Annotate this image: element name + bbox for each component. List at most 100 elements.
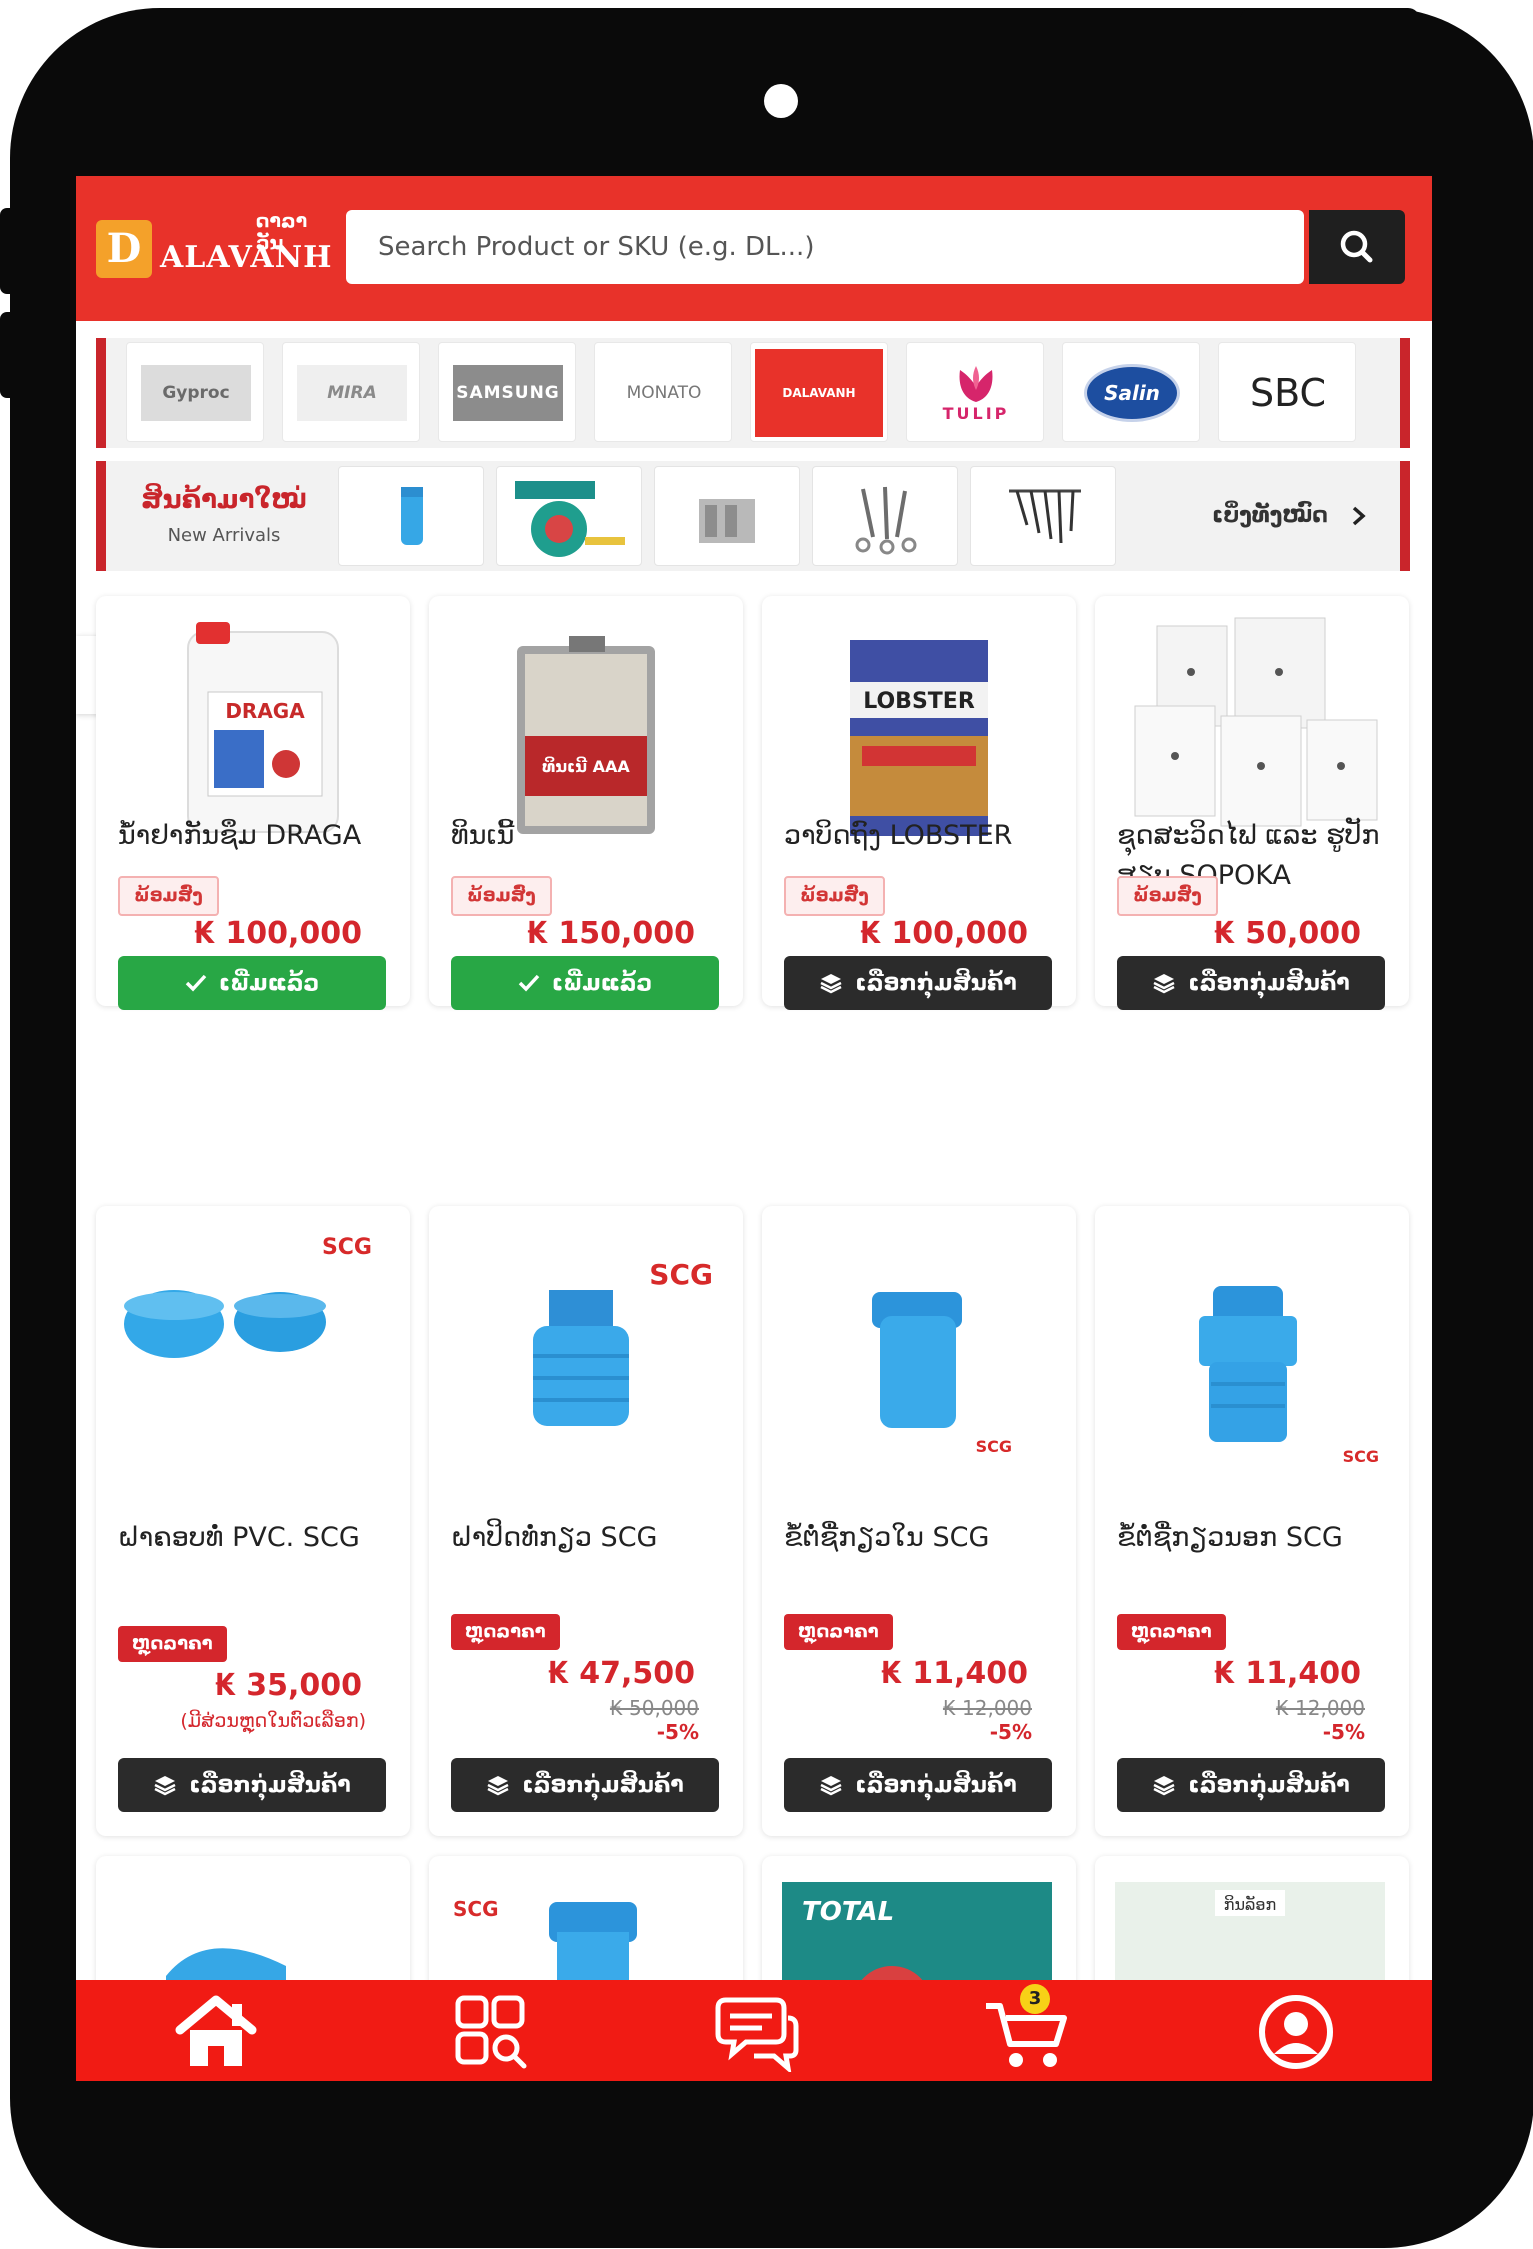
svg-text:ທິນເນີ AAA: ທິນເນີ AAA	[542, 756, 630, 776]
brand-sbc[interactable]: SBC	[1218, 342, 1356, 442]
select-option-button[interactable]: ເລືອກກຸ່ມສິນຄ້າ	[118, 1758, 386, 1812]
check-icon	[518, 974, 540, 992]
sale-badge: ຫຼຸດລາຄາ	[451, 1614, 560, 1650]
logo-letter: D	[96, 220, 152, 278]
header: D ALAVANH ດາລາວັນ	[76, 176, 1432, 321]
brand-tulip[interactable]: TULIP	[906, 342, 1044, 442]
product-card[interactable]: ຊຸດສະວິດໄຟ ແລະ ຮູປັກ ສຽບ SOPOKA ພ້ອມສົ່ງ…	[1095, 596, 1409, 1010]
tulip-icon	[959, 365, 993, 402]
svg-text:SCG: SCG	[649, 1258, 713, 1291]
product-image: SCG	[124, 1235, 372, 1358]
arrival-thumb-pipe[interactable]	[338, 466, 484, 566]
product-card[interactable]: SCG ຝາປິດທໍ່ກຽວ SCG ຫຼຸດລາຄາ ₭ 47,500 ₭ …	[429, 1206, 743, 1836]
svg-text:ກິນລັອກ: ກິນລັອກ	[1224, 1895, 1277, 1914]
brand-label: TULIP	[942, 403, 1010, 423]
layers-icon	[1153, 1776, 1175, 1796]
product-name: ຂໍ້ຕໍ່ຊື່ກຽວໃນ SCG	[784, 1522, 990, 1553]
product-card[interactable]: LOBSTER ວາບິດຖົງ LOBSTER ພ້ອມສົ່ງ ₭ 100,…	[762, 596, 1076, 1010]
product-name: ຂໍ້ຕໍ່ຊື່ກຽວນອກ SCG	[1117, 1522, 1343, 1553]
new-arrivals-subtitle: New Arrivals	[167, 525, 281, 546]
new-arrivals-label: ສິນຄ້າມາໃໝ່ New Arrivals	[116, 461, 332, 571]
check-icon	[185, 974, 207, 992]
svg-text:LOBSTER: LOBSTER	[863, 689, 975, 714]
button-label: ເພີ່ມແລ້ວ	[551, 970, 653, 996]
layers-icon	[1153, 974, 1175, 994]
select-option-button[interactable]: ເລືອກກຸ່ມສິນຄ້າ	[784, 1758, 1052, 1812]
arrival-thumb-hinge[interactable]	[654, 466, 800, 566]
brand-label: SAMSUNG	[456, 383, 560, 403]
added-button[interactable]: ເພີ່ມແລ້ວ	[118, 956, 386, 1010]
view-all-link[interactable]: ເບິ່ງທັງໝົດ	[1212, 503, 1368, 528]
product-price: ₭ 50,000	[1213, 916, 1361, 951]
product-price: ₭ 11,400	[1213, 1656, 1361, 1691]
button-label: ເລືອກກຸ່ມສິນຄ້າ	[855, 1772, 1017, 1798]
svg-text:TOTAL: TOTAL	[802, 1897, 894, 1927]
product-name: ຝາປິດທໍ່ກຽວ SCG	[451, 1522, 658, 1553]
brand-samsung[interactable]: SAMSUNG	[438, 342, 576, 442]
product-image: SCG	[533, 1258, 713, 1426]
arrival-thumb-nails[interactable]	[970, 466, 1116, 566]
tablet-top-button	[1240, 8, 1420, 32]
select-option-button[interactable]: ເລືອກກຸ່ມສິນຄ້າ	[1117, 956, 1385, 1010]
search-icon	[1340, 230, 1373, 263]
product-card[interactable]: SCG ຂໍ້ຕໍ່ຊື່ກຽວໃນ SCG ຫຼຸດລາຄາ ₭ 11,400…	[762, 1206, 1076, 1836]
original-price: ₭ 12,000	[1275, 1696, 1365, 1720]
stock-badge: ພ້ອມສົ່ງ	[784, 876, 885, 916]
categories-search-icon	[455, 1995, 527, 2069]
brand-mira[interactable]: MIRA	[282, 342, 420, 442]
stock-badge: ພ້ອມສົ່ງ	[118, 876, 219, 916]
product-card[interactable]: SCG ຝາຄອບທໍ່ PVC. SCG ຫຼຸດລາຄາ ₭ 35,000 …	[96, 1206, 410, 1836]
nav-cart[interactable]: 3	[978, 1984, 1078, 2072]
select-option-button[interactable]: ເລືອກກຸ່ມສິນຄ້າ	[784, 956, 1052, 1010]
product-price: ₭ 100,000	[194, 916, 362, 951]
arrival-thumb-tape[interactable]	[496, 466, 642, 566]
product-card[interactable]: DRAGA ນ້ຳຢາກັນຊຶມ DRAGA ພ້ອມສົ່ງ ₭ 100,0…	[96, 596, 410, 1010]
brand-dalavanh[interactable]: DALAVANH	[750, 342, 888, 442]
stock-badge: ພ້ອມສົ່ງ	[1117, 876, 1218, 916]
nav-profile[interactable]	[1246, 1992, 1346, 2072]
select-option-button[interactable]: ເລືອກກຸ່ມສິນຄ້າ	[1117, 1758, 1385, 1812]
brand-gyproc[interactable]: Gyproc	[126, 342, 264, 442]
bolts-image	[855, 486, 917, 555]
sale-badge: ຫຼຸດລາຄາ	[118, 1626, 227, 1662]
search-input[interactable]	[346, 210, 1304, 284]
tape-measure-image	[515, 481, 625, 557]
nails-image	[1009, 489, 1081, 544]
brand-label: Salin	[1104, 381, 1160, 405]
nav-home[interactable]	[166, 1992, 266, 2072]
profile-icon	[1259, 1995, 1333, 2069]
product-card[interactable]: SCG ຂໍ້ຕໍ່ຊື່ກຽວນອກ SCG ຫຼຸດລາຄາ ₭ 11,40…	[1095, 1206, 1409, 1836]
layers-icon	[820, 1776, 842, 1796]
select-option-button[interactable]: ເລືອກກຸ່ມສິນຄ້າ	[451, 1758, 719, 1812]
nav-categories[interactable]	[436, 1992, 536, 2072]
brand-monato[interactable]: MONATO	[594, 342, 732, 442]
brand-label: DALAVANH	[782, 386, 856, 400]
salin-badge: Salin	[1084, 364, 1180, 422]
product-price: ₭ 11,400	[880, 1656, 1028, 1691]
pipe-image	[401, 487, 423, 545]
layers-icon	[487, 1776, 509, 1796]
brand-salin[interactable]: Salin	[1062, 342, 1200, 442]
svg-text:SCG: SCG	[322, 1235, 372, 1260]
nav-chat[interactable]	[706, 1992, 806, 2075]
product-name: ທິນເນີ້	[451, 820, 515, 851]
svg-text:SCG: SCG	[453, 1897, 499, 1921]
bottom-nav: 3	[76, 1980, 1432, 2081]
home-icon	[175, 1995, 257, 2066]
svg-text:SCG: SCG	[976, 1437, 1012, 1456]
logo-lao-text: ດາລາວັນ	[256, 210, 308, 254]
product-card[interactable]: ທິນເນີ AAA ທິນເນີ້ ພ້ອມສົ່ງ ₭ 150,000 ເພ…	[429, 596, 743, 1010]
svg-text:DRAGA: DRAGA	[225, 699, 305, 723]
product-name: ວາບິດຖົງ LOBSTER	[784, 820, 1013, 851]
product-price: ₭ 47,500	[547, 1656, 695, 1691]
camera	[764, 84, 798, 118]
cart-count-badge: 3	[1020, 1984, 1050, 2014]
logo[interactable]: D ALAVANH ດາລາວັນ	[96, 210, 331, 282]
product-price: ₭ 150,000	[527, 916, 695, 951]
added-button[interactable]: ເພີ່ມແລ້ວ	[451, 956, 719, 1010]
tablet-side-button	[0, 208, 14, 294]
button-label: ເລືອກກຸ່ມສິນຄ້າ	[1188, 1772, 1350, 1798]
discount-note: (ມີສ່ວນຫຼຸດໃນຕົວເລືອກ)	[180, 1710, 366, 1732]
arrival-thumb-bolts[interactable]	[812, 466, 958, 566]
search-button[interactable]	[1309, 210, 1405, 284]
